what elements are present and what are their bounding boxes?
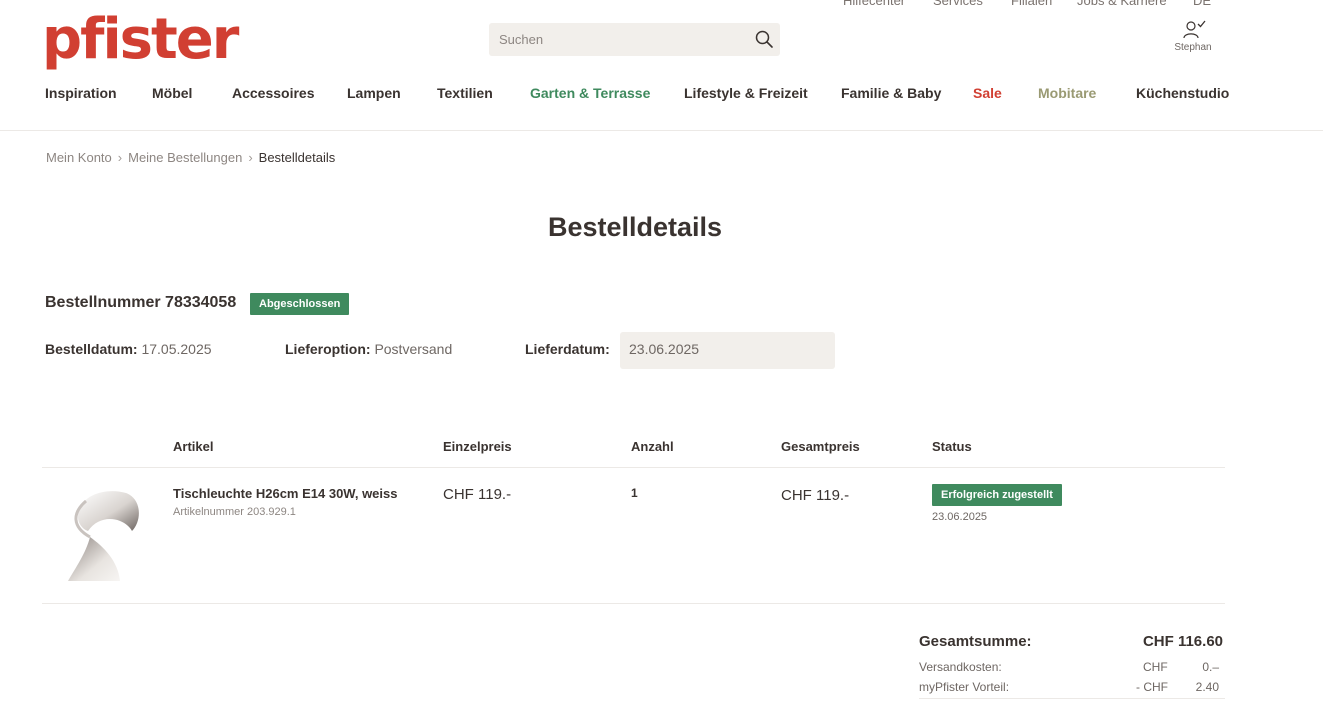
shipping-currency: CHF <box>1143 660 1168 674</box>
language-selector[interactable]: DE <box>1193 0 1211 8</box>
link-services[interactable]: Services <box>933 0 983 8</box>
total-price: CHF 119.- <box>781 487 850 504</box>
discount-label: myPfister Vorteil: <box>919 680 1010 694</box>
nav-sale[interactable]: Sale <box>973 85 1002 101</box>
link-jobs[interactable]: Jobs & Karriere <box>1077 0 1167 8</box>
column-header-status: Status <box>932 439 972 454</box>
product-sku: Artikelnummer 203.929.1 <box>173 506 296 518</box>
link-filialen[interactable]: Filialen <box>1011 0 1052 8</box>
nav-kuechenstudio[interactable]: Küchenstudio <box>1136 85 1229 101</box>
delivery-date-label-wrap: Lieferdatum: <box>525 341 610 357</box>
delivery-date-label: Lieferdatum: <box>525 341 610 357</box>
order-date: Bestelldatum: 17.05.2025 <box>45 341 212 357</box>
quantity: 1 <box>631 486 638 500</box>
delivery-status-badge: Erfolgreich zugestellt <box>932 484 1062 506</box>
nav-lampen[interactable]: Lampen <box>347 85 401 101</box>
breadcrumb-current: Bestelldetails <box>258 150 336 165</box>
order-date-label: Bestelldatum: <box>45 341 138 357</box>
nav-garten-terrasse[interactable]: Garten & Terrasse <box>530 85 650 101</box>
search-icon[interactable] <box>754 29 774 49</box>
delivery-option-value: Postversand <box>374 341 453 357</box>
column-header-anzahl: Anzahl <box>631 439 674 454</box>
breadcrumb-mein-konto[interactable]: Mein Konto <box>46 150 112 165</box>
total-value: CHF 116.60 <box>1142 633 1223 650</box>
chevron-right-icon: › <box>117 150 123 165</box>
delivery-date-field: 23.06.2025 <box>620 332 835 369</box>
page-title: Bestelldetails <box>547 212 723 242</box>
nav-mobitare[interactable]: Mobitare <box>1038 85 1096 101</box>
nav-familie-baby[interactable]: Familie & Baby <box>841 85 941 101</box>
table-row-divider <box>42 603 1225 604</box>
nav-moebel[interactable]: Möbel <box>152 85 192 101</box>
table-header-divider <box>42 467 1225 468</box>
delivery-option-label: Lieferoption: <box>285 341 371 357</box>
user-check-icon <box>1183 20 1206 39</box>
product-image-table-lamp[interactable] <box>66 487 144 583</box>
shipping-label: Versandkosten: <box>919 660 1002 674</box>
total-label: Gesamtsumme: <box>919 633 1032 650</box>
breadcrumb: Mein Konto › Meine Bestellungen › Bestelldet… <box>46 150 335 165</box>
order-status-badge: Abgeschlossen <box>250 293 350 315</box>
order-date-value: 17.05.2025 <box>141 341 212 357</box>
nav-lifestyle-freizeit[interactable]: Lifestyle & Freizeit <box>684 85 808 101</box>
breadcrumb-meine-bestellungen[interactable]: Meine Bestellungen <box>128 150 242 165</box>
column-header-gesamtpreis: Gesamtpreis <box>781 439 860 454</box>
delivery-status-date: 23.06.2025 <box>932 511 988 523</box>
discount-value: 2.40 <box>1195 680 1219 694</box>
column-header-einzelpreis: Einzelpreis <box>443 439 512 454</box>
account-button[interactable]: Stephan <box>1170 18 1216 53</box>
order-number: Bestellnummer 78334058 <box>45 294 237 311</box>
column-header-artikel: Artikel <box>173 439 214 454</box>
unit-price: CHF 119.- <box>443 486 512 503</box>
delivery-option: Lieferoption: Postversand <box>285 341 452 357</box>
nav-accessoires[interactable]: Accessoires <box>232 85 315 101</box>
product-name[interactable]: Tischleuchte H26cm E14 30W, weiss <box>173 486 398 501</box>
header-divider <box>0 130 1323 131</box>
discount-currency: - CHF <box>1136 680 1168 694</box>
summary-divider <box>919 698 1225 699</box>
account-name: Stephan <box>1174 42 1212 53</box>
shipping-value: 0.– <box>1202 660 1219 674</box>
nav-inspiration[interactable]: Inspiration <box>45 85 117 101</box>
chevron-right-icon: › <box>248 150 253 165</box>
search-bar <box>489 23 780 56</box>
link-hilfecenter[interactable]: Hilfecenter <box>843 0 905 8</box>
nav-textilien[interactable]: Textilien <box>437 85 493 101</box>
pfister-logo[interactable]: pfister <box>42 8 239 72</box>
search-input[interactable] <box>489 23 729 56</box>
main-navigation: Inspiration Möbel Accessoires Lampen Tex… <box>0 85 1323 105</box>
